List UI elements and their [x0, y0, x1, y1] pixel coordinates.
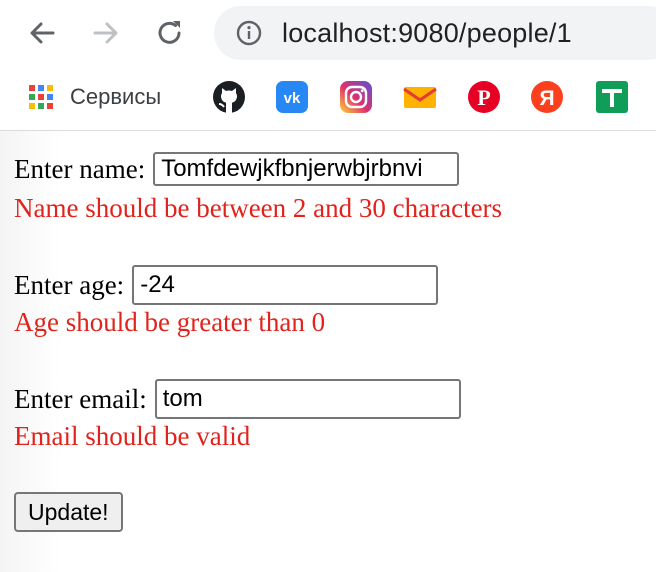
age-input[interactable]: -24	[132, 265, 439, 305]
bookmark-pinterest[interactable]: P	[467, 80, 501, 114]
reload-icon	[158, 21, 181, 44]
vk-icon: vk	[276, 81, 308, 113]
age-error: Age should be greater than 0	[14, 307, 326, 337]
github-icon	[213, 81, 245, 113]
bookmark-services[interactable]: Сервисы	[28, 80, 161, 114]
forward-arrow-icon	[93, 22, 118, 44]
mail-icon	[403, 87, 437, 108]
bookmark-google-plus[interactable]	[595, 80, 629, 114]
apps-grid-icon	[29, 85, 53, 109]
bookmark-instagram[interactable]	[339, 80, 373, 114]
instagram-icon	[340, 81, 372, 113]
bookmark-mail[interactable]	[402, 80, 438, 114]
name-label: Enter name:	[14, 153, 146, 184]
pinterest-icon: P	[468, 81, 500, 113]
name-row: Enter name: Tomfdewjkfbnjerwbjrbnvi	[14, 152, 460, 186]
svg-text:P: P	[477, 85, 490, 110]
reload-button[interactable]	[150, 13, 190, 53]
bookmark-vk[interactable]: vk	[275, 80, 309, 114]
address-bar[interactable]: localhost:9080/people/1	[214, 6, 656, 60]
address-url[interactable]: localhost:9080/people/1	[282, 18, 572, 49]
back-arrow-icon	[30, 22, 55, 44]
age-row: Enter age: -24	[14, 265, 439, 305]
page-content: Enter name: Tomfdewjkfbnjerwbjrbnvi Name…	[0, 131, 656, 572]
back-button[interactable]	[22, 13, 62, 53]
bookmark-yandex[interactable]: Я	[530, 80, 564, 114]
email-input[interactable]: tom	[154, 379, 461, 419]
bookmark-github[interactable]	[212, 80, 246, 114]
yandex-icon: Я	[531, 81, 563, 113]
email-label: Enter email:	[14, 383, 147, 414]
google-plus-icon	[596, 81, 628, 113]
bookmarks-bar: Сервисы vk P Я	[0, 66, 656, 131]
email-error: Email should be valid	[14, 421, 251, 451]
email-row: Enter email: tom	[14, 379, 461, 419]
update-button[interactable]: Update!	[14, 492, 123, 532]
age-label: Enter age:	[14, 269, 125, 300]
name-error: Name should be between 2 and 30 characte…	[14, 193, 503, 223]
bookmark-services-label: Сервисы	[70, 84, 162, 109]
svg-text:vk: vk	[284, 90, 301, 107]
name-input[interactable]: Tomfdewjkfbnjerwbjrbnvi	[153, 152, 460, 186]
forward-button[interactable]	[86, 13, 126, 53]
info-icon[interactable]	[236, 20, 262, 46]
svg-text:Я: Я	[539, 87, 554, 110]
browser-toolbar: localhost:9080/people/1	[0, 0, 656, 66]
